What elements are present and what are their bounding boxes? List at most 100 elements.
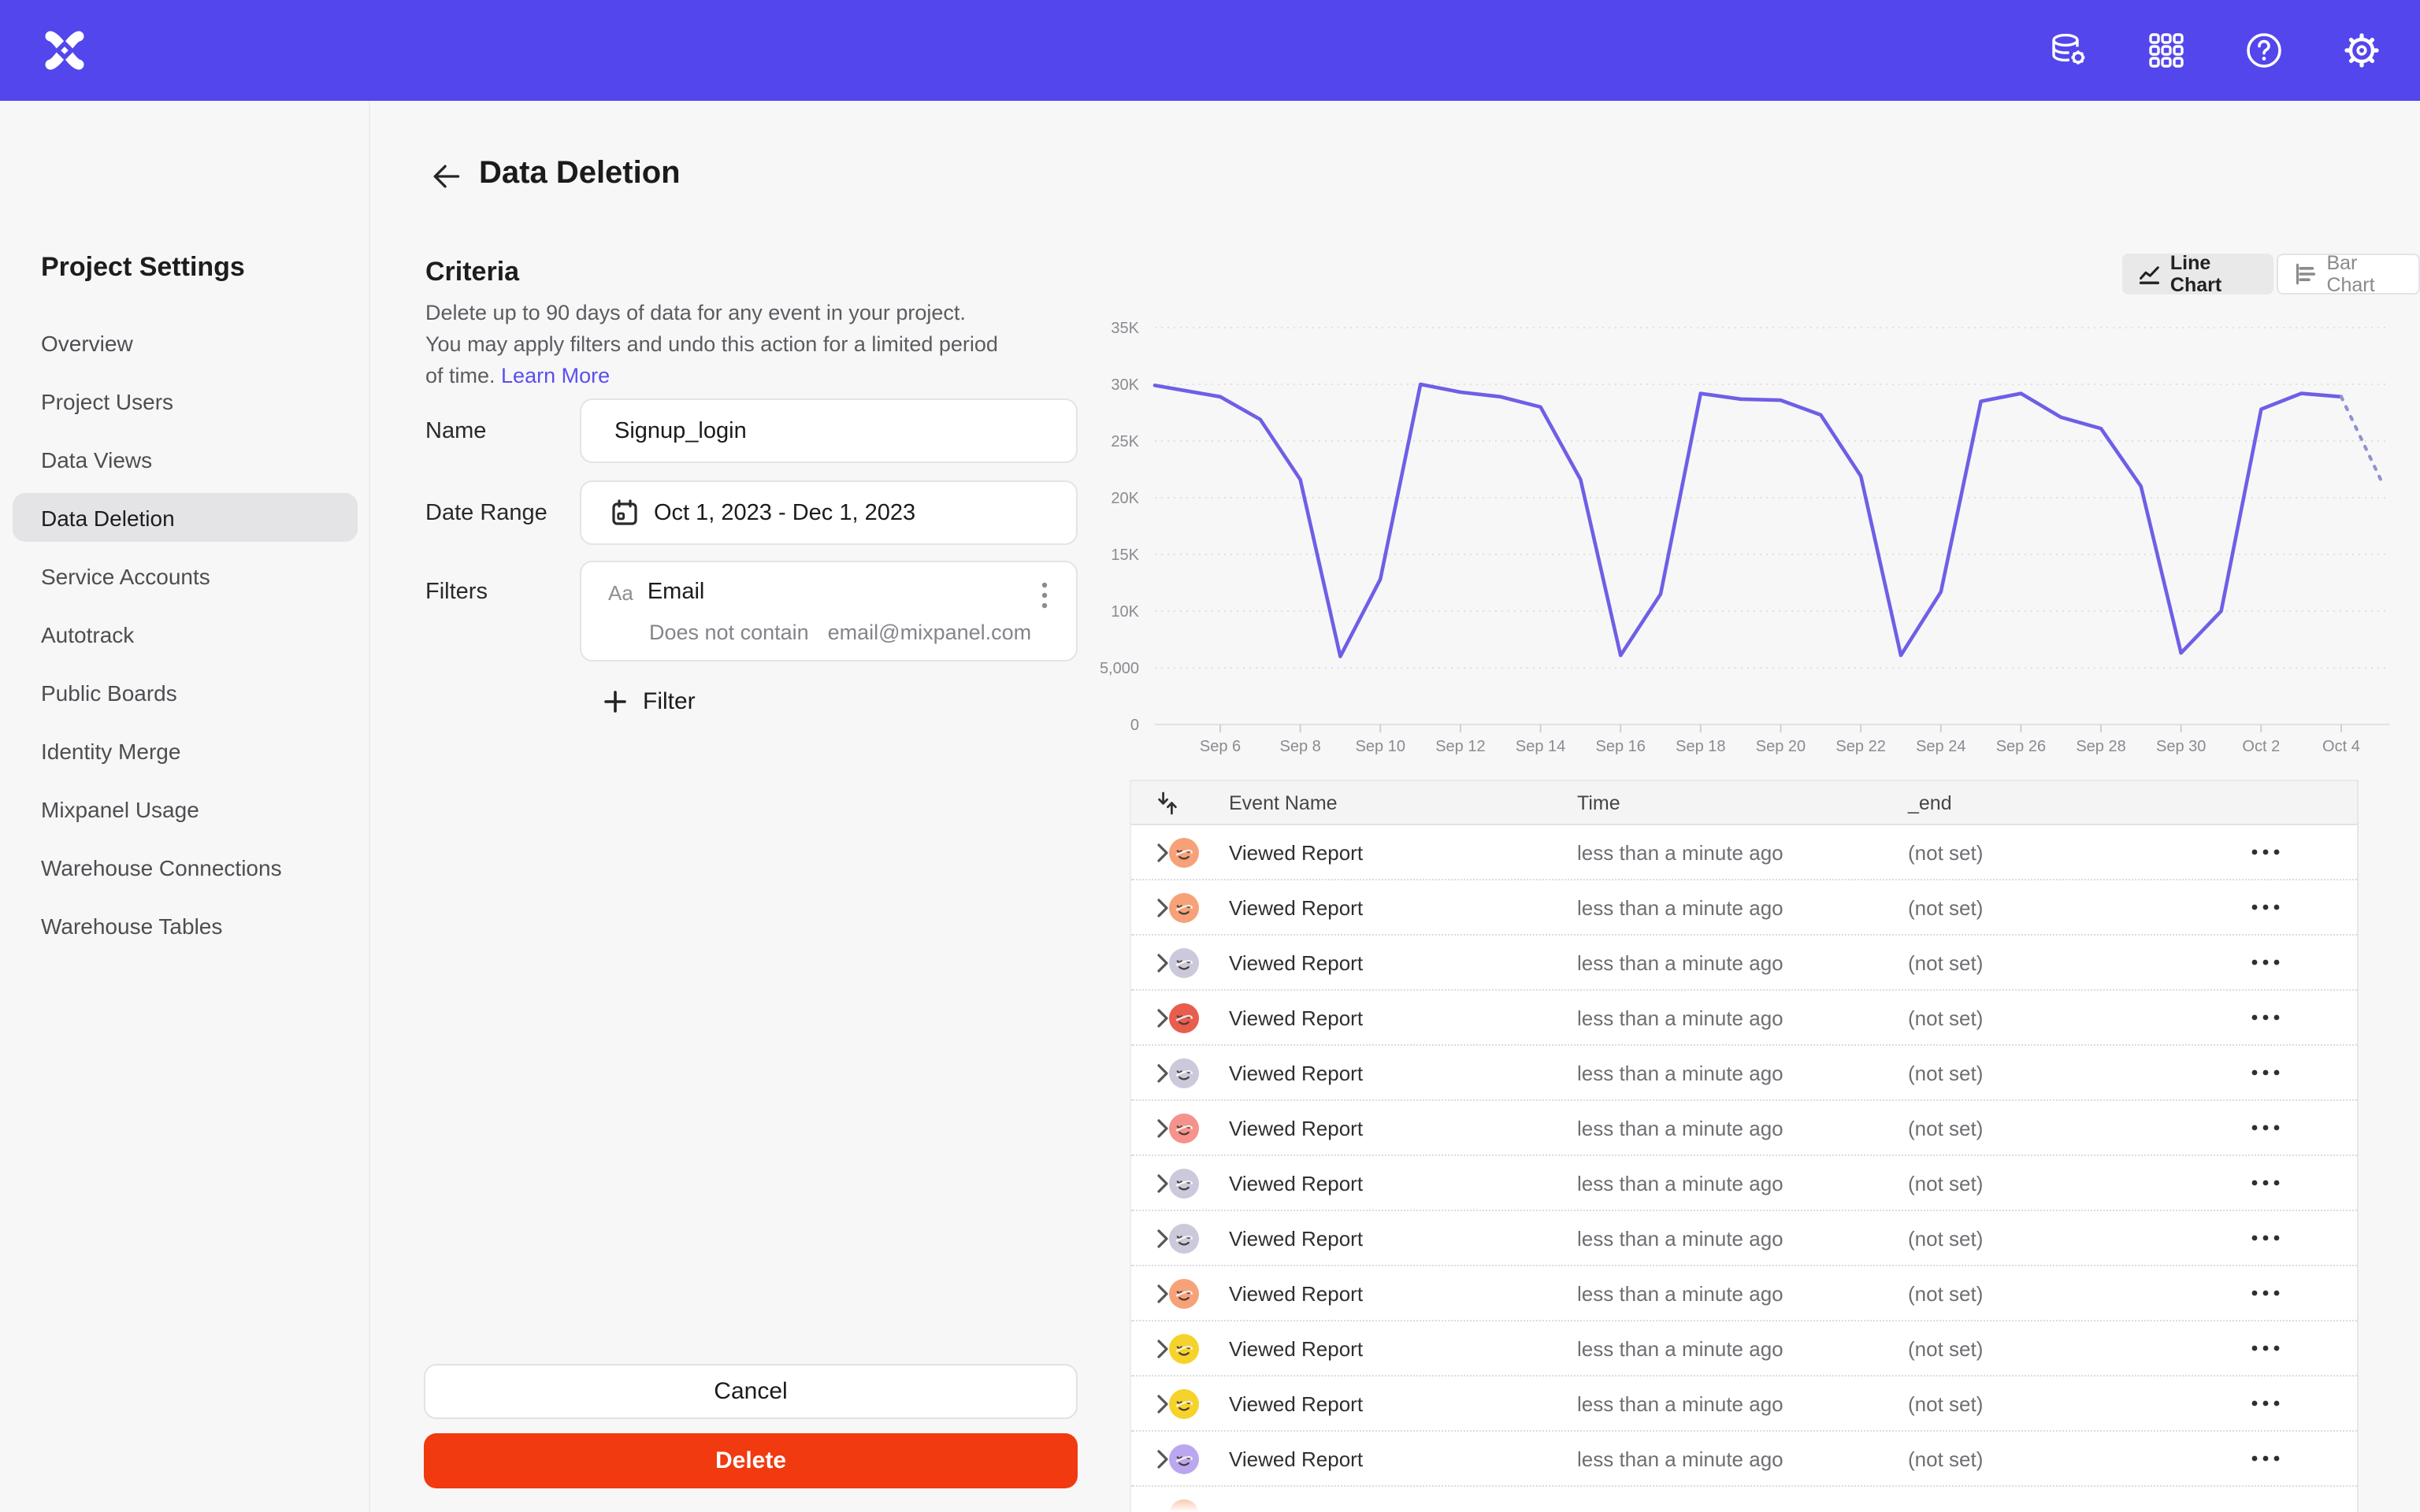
sidebar-item-warehouse-connections[interactable]: Warehouse Connections (13, 843, 358, 891)
y-axis-tick-label: 30K (1111, 376, 1139, 394)
row-time: less than a minute ago (1577, 1266, 1783, 1320)
bar-chart-toggle-button[interactable]: Bar Chart (2277, 254, 2420, 295)
row-time: less than a minute ago (1577, 880, 1783, 934)
row-event-name: Viewed Report (1229, 1101, 1363, 1154)
x-axis-tick-label: Sep 24 (1916, 738, 1965, 755)
x-axis-tick-label: Sep 22 (1835, 738, 1885, 755)
user-avatar (1169, 948, 1199, 978)
row-end-value: (not set) (1908, 1432, 1983, 1485)
table-row[interactable]: Viewed Reportless than a minute ago(not … (1131, 991, 2357, 1046)
filter-card[interactable]: Aa Email Does not contain email@mixpanel… (580, 561, 1078, 662)
row-actions-dots-icon[interactable] (2244, 1432, 2288, 1485)
row-end-value: (not set) (1908, 1321, 1983, 1375)
user-avatar (1169, 1169, 1199, 1199)
back-arrow-icon[interactable] (429, 159, 463, 194)
sidebar-item-data-views[interactable]: Data Views (13, 435, 358, 484)
topbar-icon-group (2048, 0, 2382, 101)
help-icon[interactable] (2244, 30, 2285, 71)
line-chart-label: Line Chart (2170, 252, 2259, 296)
row-actions-dots-icon[interactable] (2244, 1321, 2288, 1375)
sidebar-item-identity-merge[interactable]: Identity Merge (13, 726, 358, 775)
events-line-chart: 35K30K25K20K15K10K5,0000Sep 6Sep 8Sep 10… (1071, 315, 2403, 764)
table-row[interactable]: Viewed Reportless than a minute ago(not … (1131, 880, 2357, 936)
row-actions-dots-icon[interactable] (2244, 1377, 2288, 1430)
sidebar-item-autotrack[interactable]: Autotrack (13, 610, 358, 658)
table-row[interactable]: Viewed Reportless than a minute ago(not … (1131, 1432, 2357, 1487)
sidebar-item-project-users[interactable]: Project Users (13, 376, 358, 425)
row-actions-dots-icon[interactable] (2244, 880, 2288, 934)
table-row[interactable]: Viewed Report less than a minute ago (not … (1131, 1321, 2357, 1377)
table-row[interactable]: Viewed Reportless than a minute ago(not … (1131, 825, 2357, 880)
x-axis-tick-label: Sep 16 (1596, 738, 1646, 755)
x-axis-tick-label: Sep 8 (1280, 738, 1321, 755)
row-actions-dots-icon[interactable] (2244, 991, 2288, 1044)
add-filter-button[interactable]: Filter (603, 688, 696, 715)
mixpanel-logo[interactable] (43, 28, 87, 72)
row-actions-dots-icon[interactable] (2244, 1101, 2288, 1154)
filter-value: email@mixpanel.com (828, 621, 1032, 644)
column-header-end[interactable]: _end (1908, 781, 1952, 824)
y-axis-tick-label: 35K (1111, 320, 1139, 337)
row-time: less than a minute ago (1577, 1101, 1783, 1154)
row-time: less than a minute ago (1577, 1156, 1783, 1210)
apps-grid-icon[interactable] (2146, 30, 2187, 71)
table-row[interactable]: Viewed Report less than a minute ago (not … (1131, 1377, 2357, 1432)
x-axis-tick-label: Sep 18 (1676, 738, 1725, 755)
table-row[interactable]: Viewed Reportless than a minute ago(not … (1131, 936, 2357, 991)
filter-kebab-menu-icon[interactable] (1032, 578, 1057, 613)
date-range-value: Oct 1, 2023 - Dec 1, 2023 (654, 500, 915, 525)
sort-icon[interactable] (1156, 781, 1178, 824)
add-filter-label: Filter (643, 688, 696, 715)
row-event-name: Viewed Report (1229, 1321, 1363, 1375)
sidebar-item-data-deletion[interactable]: Data Deletion (13, 493, 358, 542)
row-actions-dots-icon[interactable] (2244, 1266, 2288, 1320)
chart-projection-segment (2341, 397, 2381, 481)
x-axis-tick-label: Sep 14 (1516, 738, 1565, 755)
filters-label: Filters (425, 580, 488, 605)
row-time: less than a minute ago (1577, 1377, 1783, 1430)
row-event-name: Viewed Report (1229, 1156, 1363, 1210)
sidebar-item-mixpanel-usage[interactable]: Mixpanel Usage (13, 784, 358, 833)
x-axis-tick-label: Sep 10 (1356, 738, 1405, 755)
date-range-input[interactable]: Oct 1, 2023 - Dec 1, 2023 (580, 480, 1078, 545)
sidebar-item-warehouse-tables[interactable]: Warehouse Tables (13, 901, 358, 950)
data-governance-icon[interactable] (2048, 30, 2089, 71)
user-avatar (1169, 1114, 1199, 1143)
column-header-time[interactable]: Time (1577, 781, 1620, 824)
name-input[interactable]: Signup_login (580, 398, 1078, 463)
row-end-value: (not set) (1908, 1377, 1983, 1430)
row-actions-dots-icon[interactable] (2244, 1156, 2288, 1210)
row-actions-dots-icon[interactable] (2244, 825, 2288, 879)
row-actions-dots-icon[interactable] (2244, 936, 2288, 989)
table-row[interactable]: Viewed Report less than a minute ago (not … (1131, 1266, 2357, 1321)
settings-gear-icon[interactable] (2341, 30, 2382, 71)
delete-button[interactable]: Delete (424, 1433, 1078, 1488)
sidebar-item-service-accounts[interactable]: Service Accounts (13, 551, 358, 600)
row-time: less than a minute ago (1577, 1321, 1783, 1375)
user-avatar (1169, 1444, 1199, 1474)
table-row-partial[interactable] (1131, 1487, 2357, 1512)
cancel-button[interactable]: Cancel (424, 1364, 1078, 1419)
row-end-value: (not set) (1908, 1211, 1983, 1265)
y-axis-tick-label: 25K (1111, 433, 1139, 450)
table-row[interactable]: Viewed Reportless than a minute ago(not … (1131, 1211, 2357, 1266)
user-avatar (1169, 838, 1199, 868)
row-event-name: Viewed Report (1229, 1377, 1363, 1430)
sidebar-item-overview[interactable]: Overview (13, 318, 358, 367)
user-avatar (1169, 1279, 1199, 1309)
row-event-name: Viewed Report (1229, 1266, 1363, 1320)
learn-more-link[interactable]: Learn More (501, 364, 610, 387)
table-row[interactable]: Viewed Reportless than a minute ago(not … (1131, 1046, 2357, 1101)
row-actions-dots-icon[interactable] (2244, 1046, 2288, 1099)
table-row[interactable]: Viewed Reportless than a minute ago(not … (1131, 1101, 2357, 1156)
line-chart-toggle-button[interactable]: Line Chart (2122, 254, 2274, 295)
sidebar-item-public-boards[interactable]: Public Boards (13, 668, 358, 717)
column-header-event-name[interactable]: Event Name (1229, 781, 1338, 824)
row-end-value: (not set) (1908, 1266, 1983, 1320)
table-row[interactable]: Viewed Reportless than a minute ago(not … (1131, 1156, 2357, 1211)
filter-condition: Does not contain email@mixpanel.com (649, 621, 1031, 644)
row-actions-dots-icon[interactable] (2244, 1211, 2288, 1265)
x-axis-tick-label: Oct 2 (2242, 738, 2280, 755)
criteria-heading: Criteria (425, 257, 519, 288)
chart-type-toggle: Line Chart Bar Chart (2122, 254, 2420, 295)
